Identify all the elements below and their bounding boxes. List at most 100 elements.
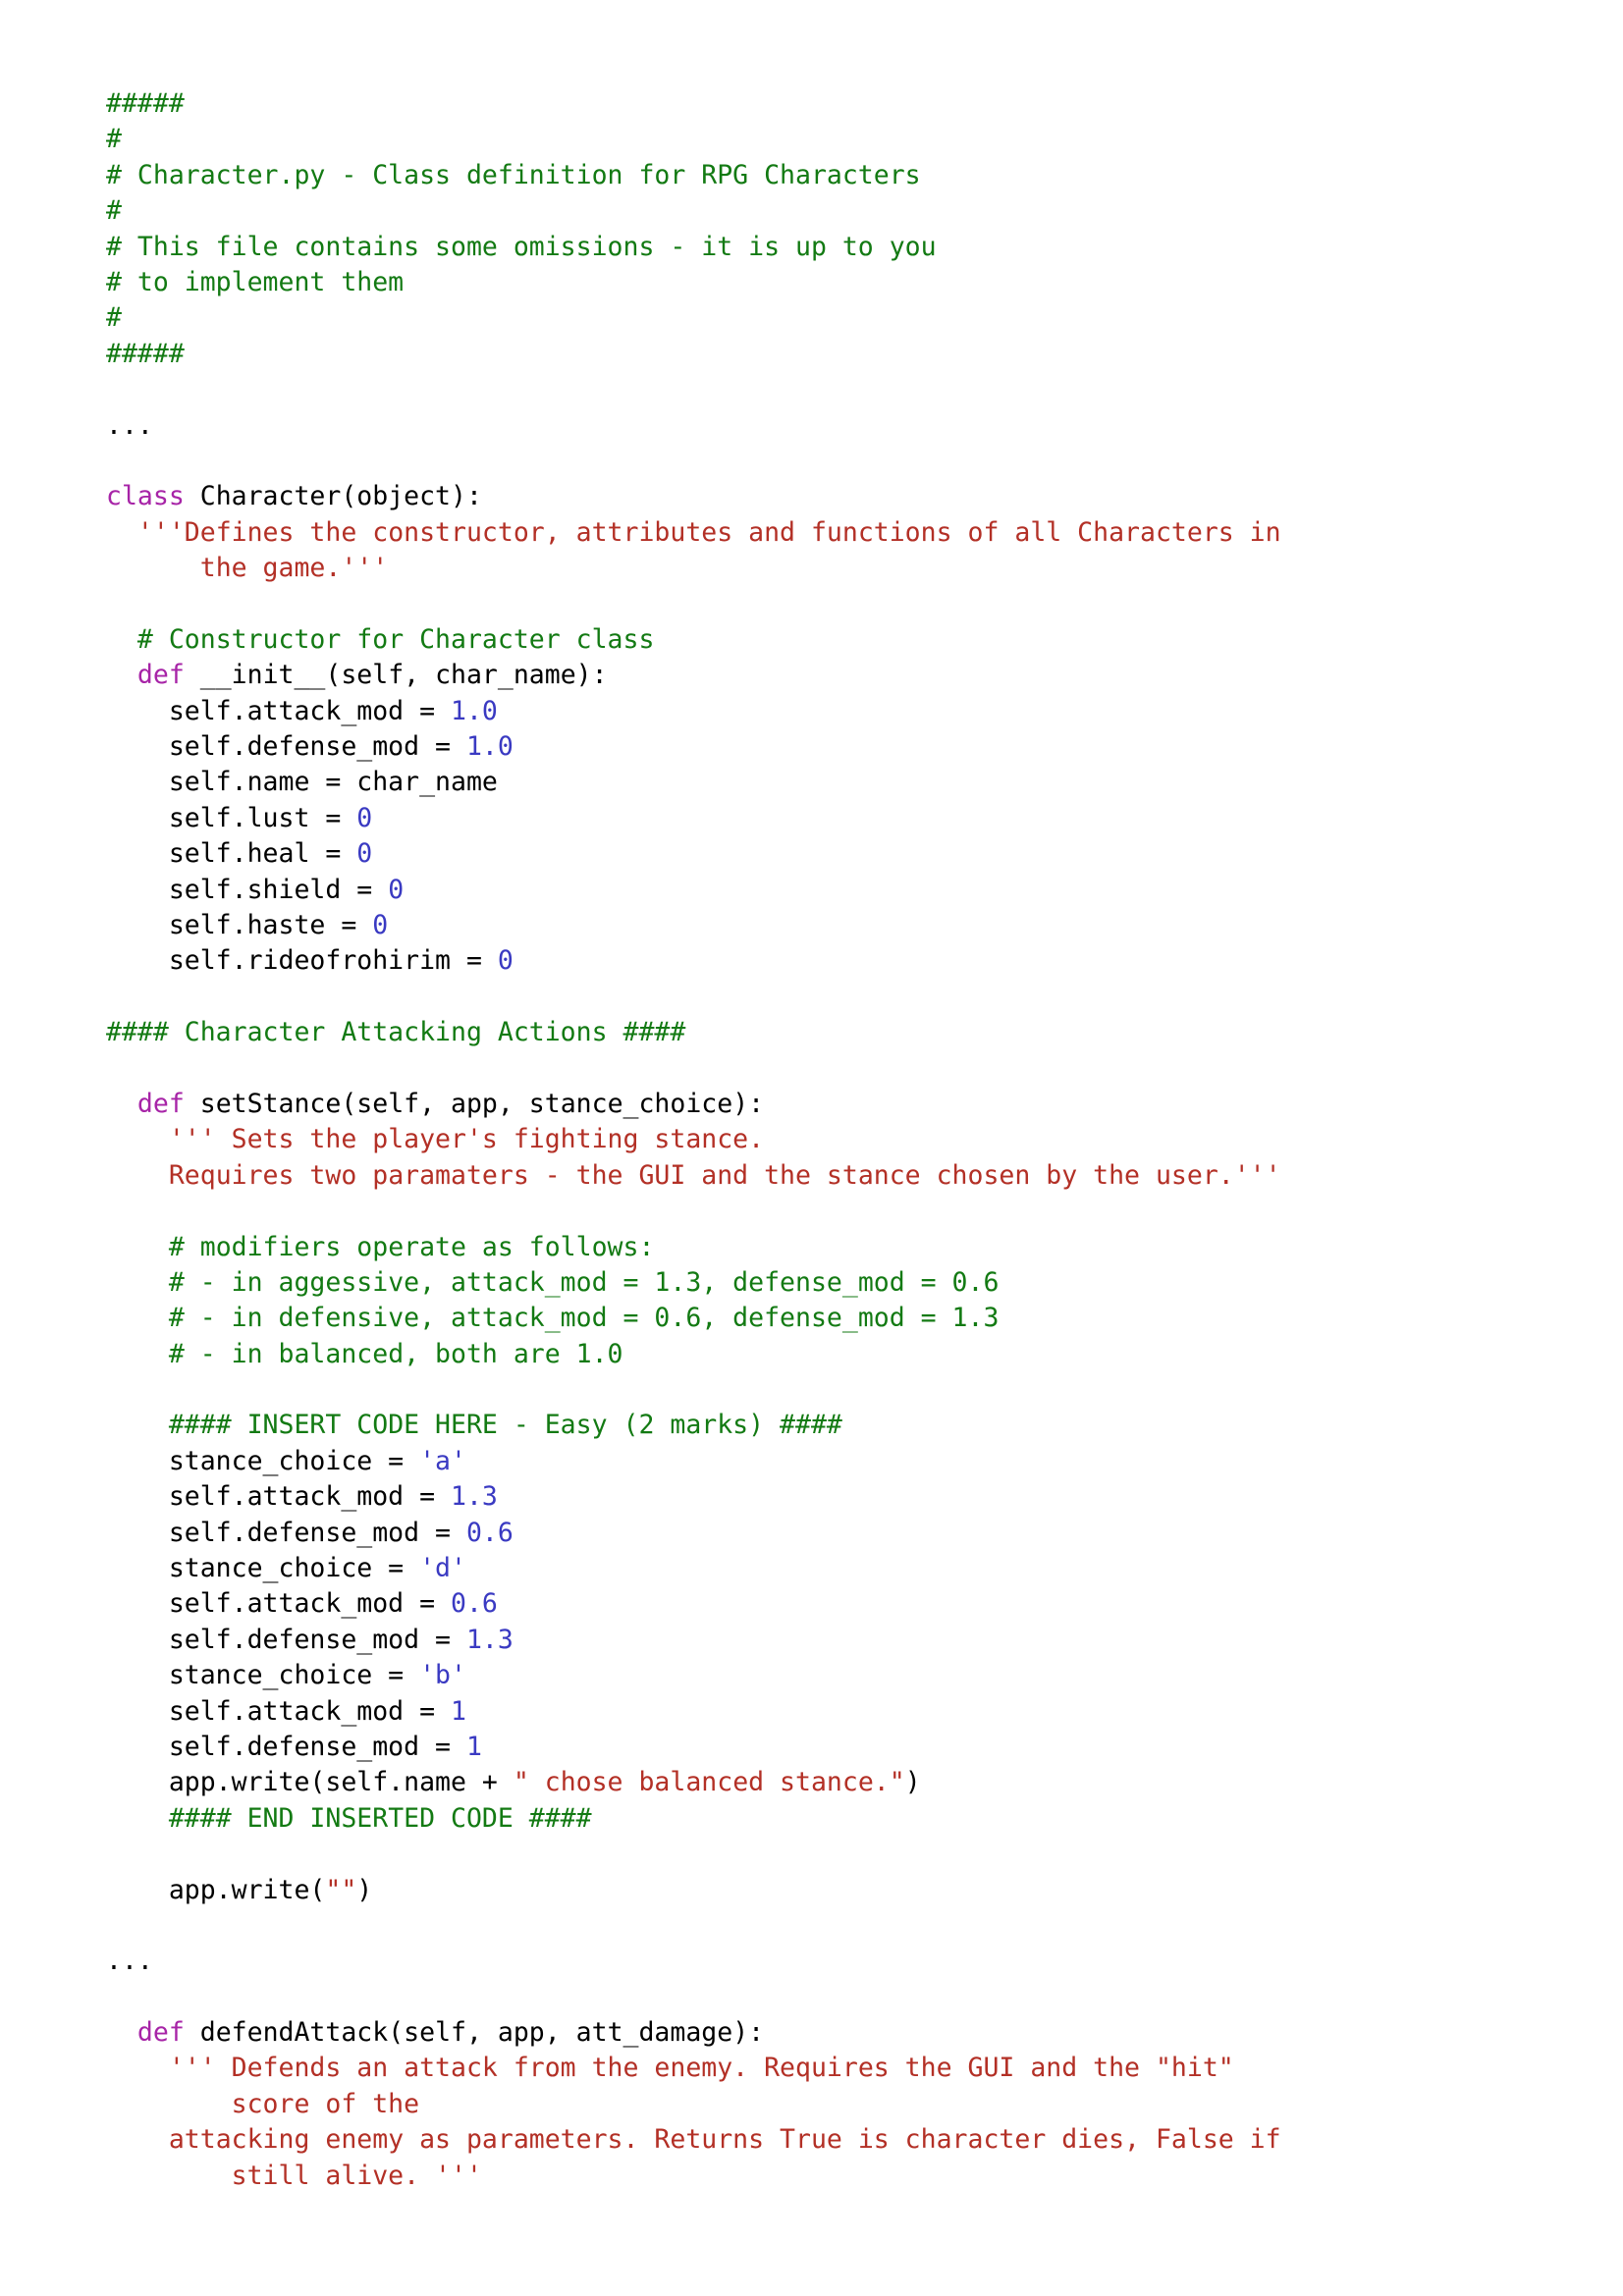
code-line: ''' Sets the player's fighting stance. xyxy=(106,1122,1520,1157)
code-line: stance_choice = 'a' xyxy=(106,1444,1520,1479)
code-token-num: 0.6 xyxy=(465,1517,514,1548)
code-token-str_s: 'd' xyxy=(419,1553,466,1584)
code-line: self.attack_mod = 1 xyxy=(106,1694,1520,1730)
code-line: self.defense_mod = 1.0 xyxy=(106,729,1520,765)
code-line: self.defense_mod = 0.6 xyxy=(106,1516,1520,1551)
code-token-keyword: def xyxy=(136,2017,185,2049)
code-listing: ##### # # Character.py - Class definition … xyxy=(106,86,1520,2194)
code-token-plain: app.write(self.name + xyxy=(106,1767,514,1798)
code-token-comment: #### INSERT CODE HERE - Easy (2 marks) #… xyxy=(168,1410,842,1441)
code-token-comment: ##### xyxy=(106,338,185,369)
code-token-plain: self.attack_mod = xyxy=(106,1588,451,1620)
code-line: # Character.py - Class definition for RP… xyxy=(106,158,1520,193)
code-line: # xyxy=(106,193,1520,229)
code-token-num: 0 xyxy=(388,874,405,905)
code-token-comment: # Character.py - Class definition for RP… xyxy=(106,159,921,190)
code-token-plain: self.attack_mod = xyxy=(106,1695,451,1727)
code-token-comment: ##### xyxy=(106,88,185,119)
code-line: # - in aggessive, attack_mod = 1.3, defe… xyxy=(106,1265,1520,1301)
code-token-comment: # - in defensive, attack_mod = 0.6, defe… xyxy=(168,1303,1000,1334)
code-token-ellipsis: ... xyxy=(106,409,153,441)
code-token-plain: app.write( xyxy=(106,1874,326,1905)
code-line: class Character(object): xyxy=(106,479,1520,514)
code-token-comment: # - in balanced, both are 1.0 xyxy=(168,1338,623,1369)
code-line: # - in balanced, both are 1.0 xyxy=(106,1337,1520,1372)
code-token-num: 1.0 xyxy=(465,731,514,763)
code-line: stance_choice = 'd' xyxy=(106,1551,1520,1586)
code-token-num: 1.3 xyxy=(451,1481,498,1513)
code-token-keyword: def xyxy=(136,660,185,691)
code-token-num: 0 xyxy=(497,945,514,977)
code-token-doc: score of the xyxy=(231,2088,420,2119)
code-line: #### END INSERTED CODE #### xyxy=(106,1801,1520,1837)
code-line: # xyxy=(106,300,1520,336)
code-token-doc: still alive. ''' xyxy=(231,2160,482,2191)
code-token-plain: defendAttack(self, app, att_damage): xyxy=(184,2017,765,2049)
code-token-doc: '''Defines the constructor, attributes a… xyxy=(136,516,1281,548)
code-token-doc: Requires two paramaters - the GUI and th… xyxy=(168,1159,1281,1191)
code-line: score of the xyxy=(106,2087,1520,2122)
code-token-doc: attacking enemy as parameters. Returns T… xyxy=(168,2124,1281,2156)
code-line: # xyxy=(106,122,1520,157)
code-token-plain: stance_choice = xyxy=(106,1553,420,1584)
code-token-plain: self.defense_mod = xyxy=(106,1731,466,1762)
code-line: app.write(self.name + " chose balanced s… xyxy=(106,1765,1520,1800)
code-token-keyword: def xyxy=(136,1088,185,1119)
code-line: self.defense_mod = 1.3 xyxy=(106,1623,1520,1658)
code-token-str_d: "" xyxy=(325,1874,357,1905)
code-line: def __init__(self, char_name): xyxy=(106,658,1520,693)
code-token-plain: self.defense_mod = xyxy=(106,731,466,763)
code-line: #### Character Attacking Actions #### xyxy=(106,1015,1520,1050)
code-token-plain: self.haste = xyxy=(106,909,373,940)
code-token-plain: ) xyxy=(904,1767,921,1798)
code-token-plain: self.shield = xyxy=(106,874,389,905)
code-line: self.heal = 0 xyxy=(106,836,1520,872)
code-token-comment: # to implement them xyxy=(106,266,405,297)
code-token-plain: stance_choice = xyxy=(106,1445,420,1476)
page-canvas: ##### # # Character.py - Class definition … xyxy=(0,0,1623,2296)
code-line: self.attack_mod = 1.0 xyxy=(106,694,1520,729)
code-line: # Constructor for Character class xyxy=(106,622,1520,658)
code-token-plain: self.lust = xyxy=(106,802,357,833)
code-token-plain: ) xyxy=(356,1874,373,1905)
code-token-comment: # - in aggessive, attack_mod = 1.3, defe… xyxy=(168,1266,1000,1298)
code-line: stance_choice = 'b' xyxy=(106,1658,1520,1693)
code-line: #### INSERT CODE HERE - Easy (2 marks) #… xyxy=(106,1408,1520,1443)
code-token-num: 0 xyxy=(372,909,389,940)
code-line: the game.''' xyxy=(106,551,1520,586)
code-line: self.attack_mod = 1.3 xyxy=(106,1479,1520,1515)
code-line: self.rideofrohirim = 0 xyxy=(106,943,1520,979)
code-line: ... xyxy=(106,1944,1520,1979)
code-token-keyword: class xyxy=(106,481,185,512)
code-token-plain: self.rideofrohirim = xyxy=(106,945,498,977)
code-token-plain: self.attack_mod = xyxy=(106,695,451,726)
code-token-doc: ''' Sets the player's fighting stance. xyxy=(168,1124,765,1155)
code-token-comment: # xyxy=(106,124,122,155)
code-token-plain: self.attack_mod = xyxy=(106,1481,451,1513)
code-token-str_d: " chose balanced stance." xyxy=(513,1767,905,1798)
code-token-num: 1.0 xyxy=(451,695,498,726)
code-token-str_s: 'b' xyxy=(419,1660,466,1691)
code-token-plain: self.defense_mod = xyxy=(106,1624,466,1655)
code-token-comment: #### Character Attacking Actions #### xyxy=(106,1017,686,1048)
